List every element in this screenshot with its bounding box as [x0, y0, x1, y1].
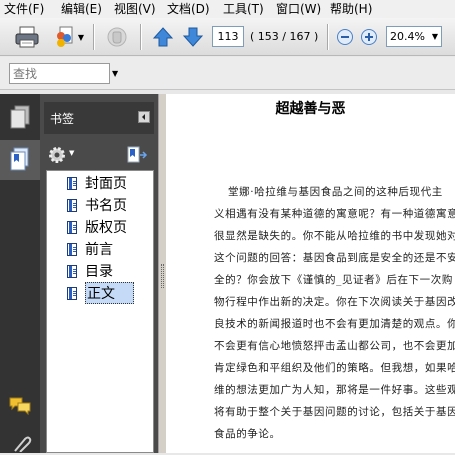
- menu-tools[interactable]: 工具(T): [223, 1, 264, 17]
- bookmark-label: 正文: [85, 282, 134, 304]
- text-line: 这个问题的回答：基因食品到底是安全的还是不安: [214, 252, 455, 264]
- bookmark-label: 封面页: [85, 176, 127, 192]
- menu-edit[interactable]: 编辑(E): [61, 1, 102, 17]
- menu-help[interactable]: 帮助(H): [330, 1, 372, 17]
- bookmark-item[interactable]: 书名页: [67, 195, 127, 215]
- hand-disabled-icon: [107, 27, 127, 47]
- document-title: 超越善与恶: [275, 101, 346, 117]
- pages-button[interactable]: [8, 104, 32, 132]
- bookmark-item[interactable]: 前言: [67, 239, 113, 259]
- attachments-button[interactable]: [10, 434, 32, 453]
- text-line: 将有助于整个关于基因问题的讨论，包括关于基因: [214, 406, 455, 418]
- page-number-input[interactable]: 113: [212, 26, 244, 47]
- bookmark-item[interactable]: 版权页: [67, 217, 127, 237]
- bookmark-page-icon: [67, 220, 77, 234]
- bookmark-page-icon: [67, 198, 77, 212]
- bookmark-pages-icon: [10, 147, 29, 171]
- people-icon: [56, 26, 73, 47]
- zoom-level-input[interactable]: 20.4% ▼: [386, 26, 442, 47]
- previous-page-button[interactable]: [150, 24, 176, 50]
- document-page: 超越善与恶 堂娜·哈拉维与基因食品之间的这种后现代主 义相遇有没有某种道德的寓意…: [166, 94, 455, 453]
- bookmark-item[interactable]: 目录: [67, 261, 113, 281]
- menu-bar: 文件(F) 编辑(E) 视图(V) 文档(D) 工具(T) 窗口(W) 帮助(H…: [0, 0, 455, 18]
- zoom-dropdown-icon[interactable]: ▼: [432, 27, 438, 46]
- chevron-left-icon: [142, 114, 145, 120]
- printer-icon: [15, 26, 39, 48]
- text-line: 堂娜·哈拉维与基因食品之间的这种后现代主: [228, 186, 443, 198]
- pages-icon: [10, 105, 30, 129]
- text-line: 良技术的新闻报道时也不会有更加清楚的观点。你: [214, 318, 455, 330]
- dropdown-arrow-icon: ▼: [77, 32, 85, 42]
- bookmark-label: 书名页: [85, 198, 127, 214]
- navigation-strip: [0, 94, 40, 453]
- zoom-in-icon: [361, 29, 377, 45]
- panel-title: 书签: [50, 112, 75, 126]
- menu-view[interactable]: 视图(V): [114, 1, 156, 17]
- gear-icon: [49, 147, 65, 163]
- menu-file[interactable]: 文件(F): [4, 1, 44, 17]
- bookmark-item-selected[interactable]: 正文: [67, 282, 134, 304]
- bookmark-page-icon: [67, 286, 77, 300]
- text-line: 物行程中作出新的决定。你在下次阅读关于基因改: [214, 296, 455, 308]
- bookmark-page-icon: [67, 264, 77, 278]
- bookmark-page-icon: [67, 242, 77, 256]
- menu-window[interactable]: 窗口(W): [276, 1, 321, 17]
- bookmarks-tab[interactable]: [0, 140, 40, 180]
- dropdown-arrow-icon: ▼: [69, 149, 75, 157]
- bookmark-item[interactable]: 封面页: [67, 173, 127, 193]
- bookmark-label: 目录: [85, 264, 113, 280]
- search-dropdown-icon[interactable]: ▼: [112, 69, 118, 78]
- zoom-out-button[interactable]: [335, 24, 355, 50]
- toolbar: ▼ 113 ( 153 / 167 ) 20.4% ▼: [0, 18, 455, 56]
- zoom-out-icon: [337, 29, 353, 45]
- paperclip-icon: [14, 436, 32, 453]
- comments-button[interactable]: [8, 396, 32, 416]
- bookmark-tree: 封面页 书名页 版权页 前言 目录 正文: [46, 170, 154, 453]
- menu-document[interactable]: 文档(D): [167, 1, 210, 17]
- text-line: 全的？你会放下《谨慎的_见证者》后在下一次购: [214, 274, 453, 286]
- find-toolbar: ▼: [0, 57, 455, 90]
- arrow-down-icon: [182, 27, 204, 47]
- text-line: 义相遇有没有某种道德的寓意呢？有一种道德寓意: [214, 208, 455, 220]
- bookmark-page-icon: [67, 176, 77, 190]
- bookmarks-panel-header: 书签: [44, 102, 154, 134]
- search-input[interactable]: [9, 63, 110, 84]
- bookmark-label: 版权页: [85, 220, 127, 236]
- comment-bubbles-icon: [9, 397, 31, 416]
- bookmark-label: 前言: [85, 242, 113, 258]
- expand-bookmark-button[interactable]: [126, 146, 148, 166]
- text-line: 肯定绿色和平组织及他们的策略。但我想，如果哈拉: [214, 362, 455, 374]
- bookmark-expand-icon: [127, 146, 148, 163]
- zoom-level-value: 20.4%: [390, 30, 425, 43]
- text-line: 很显然是缺失的。你不能从哈拉维的书中发现她对: [214, 230, 455, 242]
- text-line: 不会更有信心地愤怒抨击孟山都公司，也不会更加: [214, 340, 455, 352]
- bookmark-options-button[interactable]: ▼: [48, 146, 78, 166]
- disabled-tool-button[interactable]: [103, 24, 131, 50]
- panel-splitter[interactable]: [158, 94, 166, 453]
- arrow-up-icon: [152, 27, 174, 47]
- print-button[interactable]: [12, 24, 42, 50]
- zoom-in-button[interactable]: [359, 24, 379, 50]
- next-page-button[interactable]: [180, 24, 206, 50]
- panel-options-button[interactable]: [138, 111, 150, 123]
- text-line: 食品的争论。: [214, 428, 281, 440]
- collaborate-button[interactable]: ▼: [49, 24, 87, 50]
- page-count: ( 153 / 167 ): [250, 30, 319, 43]
- text-line: 维的想法更加广为人知，那将是一件好事。这些观念: [214, 384, 455, 396]
